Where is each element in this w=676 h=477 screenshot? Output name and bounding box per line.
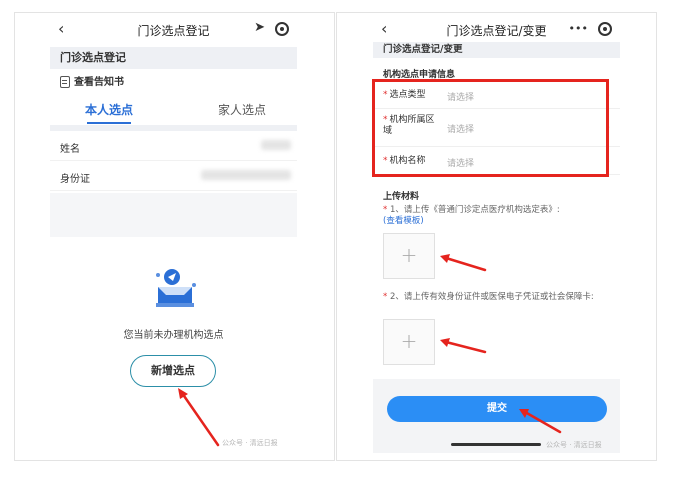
- upload-button-2[interactable]: +: [383, 319, 435, 365]
- upload-instruction-1: * 1、请上传《普通门诊定点医疗机构选定表》: (查看模板): [383, 205, 560, 226]
- target-icon[interactable]: [275, 22, 289, 36]
- target-icon[interactable]: [598, 22, 612, 36]
- more-icon[interactable]: •••: [569, 22, 588, 35]
- watermark: 公众号 · 清远日报: [222, 439, 278, 447]
- submit-button[interactable]: 提交: [387, 396, 607, 422]
- active-tab-indicator: [87, 122, 131, 124]
- home-indicator: [451, 443, 541, 446]
- highlight-box: [372, 79, 609, 177]
- view-template-link[interactable]: (查看模板): [383, 216, 424, 226]
- section-header: 门诊选点登记/变更: [373, 42, 620, 58]
- info-row-name: 姓名: [50, 131, 297, 161]
- empty-inbox-icon: [156, 269, 196, 307]
- info-row-idcard: 身份证: [50, 161, 297, 191]
- blurred-value: [201, 170, 291, 180]
- watermark: 公众号 · 清远日报: [546, 441, 602, 449]
- add-selection-button[interactable]: 新增选点: [130, 355, 216, 387]
- section-header: 门诊选点登记: [50, 47, 297, 69]
- tab-self[interactable]: 本人选点: [85, 101, 133, 118]
- upload-button-1[interactable]: +: [383, 233, 435, 279]
- idcard-label: 身份证: [60, 174, 90, 185]
- divider: [50, 193, 297, 237]
- empty-state-text: 您当前未办理机构选点: [123, 330, 224, 341]
- name-label: 姓名: [60, 144, 80, 155]
- nav-bar: ‹ 门诊选点登记 ➤: [50, 13, 297, 47]
- upload-section-title: 上传材料: [383, 192, 420, 202]
- blurred-value: [261, 140, 291, 150]
- upload-instruction-2: * 2、请上传有效身份证件或医保电子凭证或社会保障卡:: [383, 292, 594, 302]
- tab-family[interactable]: 家人选点: [218, 101, 266, 118]
- document-icon: [60, 76, 70, 88]
- location-arrow-icon[interactable]: ➤: [254, 20, 265, 35]
- view-notice-link[interactable]: 查看告知书: [60, 73, 124, 88]
- tab-bar: 本人选点 家人选点: [50, 95, 297, 125]
- notice-label: 查看告知书: [74, 77, 124, 88]
- left-phone-screen: ‹ 门诊选点登记 ➤ 门诊选点登记 查看告知书 本人选点 家人选点 姓名 身份证…: [50, 13, 297, 453]
